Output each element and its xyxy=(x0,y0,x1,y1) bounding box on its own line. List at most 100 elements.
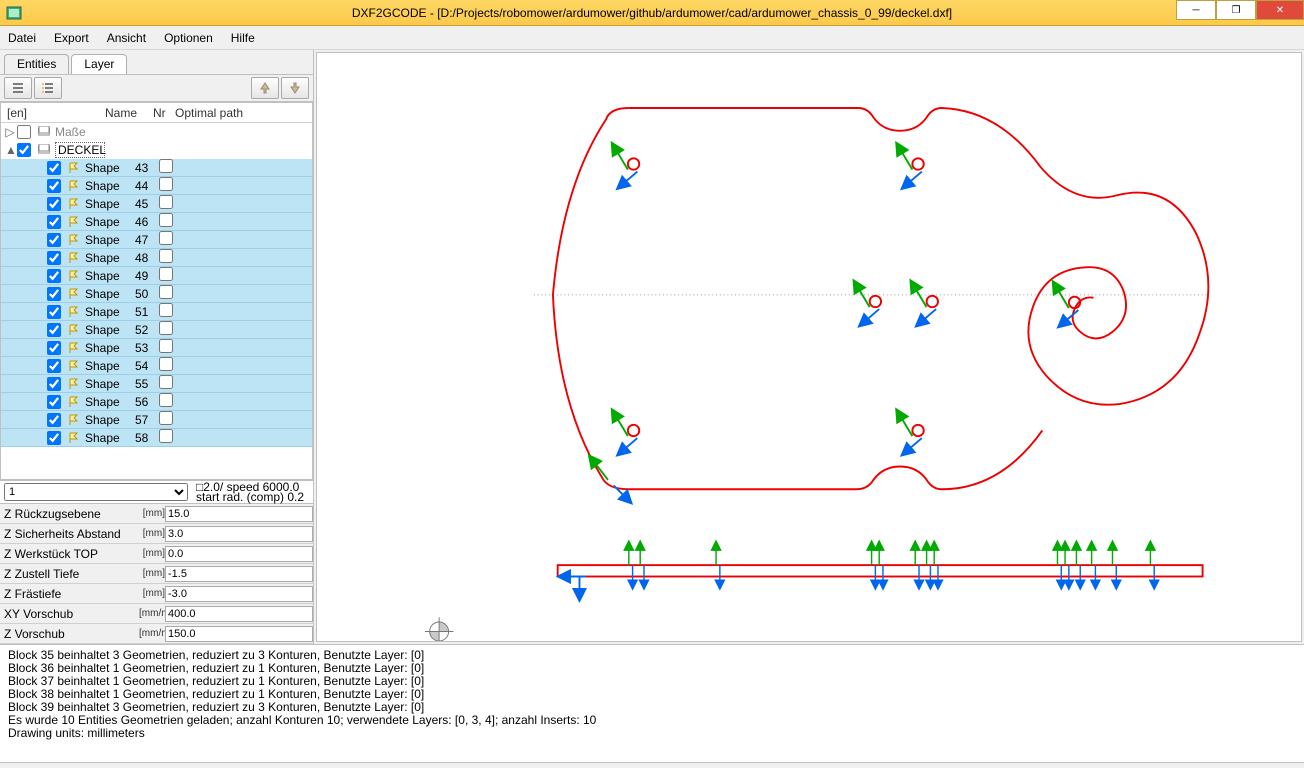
shape-row[interactable]: Shape 49 xyxy=(1,267,312,285)
move-up-button[interactable] xyxy=(251,77,279,99)
shape-nr: 43 xyxy=(135,161,157,175)
shape-checkbox[interactable] xyxy=(47,215,61,229)
layer-checkbox[interactable] xyxy=(17,125,31,139)
collapse-all-button[interactable] xyxy=(4,77,32,99)
log-panel[interactable]: Block 35 beinhaltet 3 Geometrien, reduzi… xyxy=(0,644,1304,762)
drawing-canvas[interactable] xyxy=(316,52,1302,642)
shape-checkbox[interactable] xyxy=(47,287,61,301)
tab-layer[interactable]: Layer xyxy=(71,54,127,74)
shape-flag-icon xyxy=(67,323,81,337)
shape-checkbox[interactable] xyxy=(47,413,61,427)
tool-select[interactable]: 1 xyxy=(4,483,188,501)
tab-entities[interactable]: Entities xyxy=(4,54,69,74)
shape-nr: 47 xyxy=(135,233,157,247)
optimal-checkbox[interactable] xyxy=(159,213,173,227)
shape-name: Shape xyxy=(85,431,135,445)
shape-checkbox[interactable] xyxy=(47,269,61,283)
shape-row[interactable]: Shape 53 xyxy=(1,339,312,357)
shape-checkbox[interactable] xyxy=(47,197,61,211)
minimize-button[interactable]: ─ xyxy=(1176,0,1216,20)
shape-flag-icon xyxy=(67,233,81,247)
hole-circle xyxy=(628,158,639,169)
close-button[interactable]: ✕ xyxy=(1256,0,1304,20)
status-bar xyxy=(0,762,1304,768)
shape-name: Shape xyxy=(85,395,135,409)
shape-checkbox[interactable] xyxy=(47,377,61,391)
menu-optionen[interactable]: Optionen xyxy=(164,31,213,45)
origin-cross-icon xyxy=(425,617,453,641)
shape-checkbox[interactable] xyxy=(47,395,61,409)
window-title: DXF2GCODE - [D:/Projects/robomower/ardum… xyxy=(352,6,952,20)
optimal-checkbox[interactable] xyxy=(159,429,173,443)
param-input[interactable] xyxy=(165,566,313,582)
milling-params: Z Rückzugsebene [mm] Z Sicherheits Absta… xyxy=(0,504,313,644)
shape-nr: 49 xyxy=(135,269,157,283)
optimal-checkbox[interactable] xyxy=(159,249,173,263)
shape-checkbox[interactable] xyxy=(47,359,61,373)
direction-arrow-blue xyxy=(624,438,637,449)
tree-body[interactable]: ▷ Maße ▲ DECKEL xyxy=(1,123,312,479)
shape-checkbox[interactable] xyxy=(47,179,61,193)
direction-arrow-blue xyxy=(909,172,922,183)
shape-row[interactable]: Shape 56 xyxy=(1,393,312,411)
param-input[interactable] xyxy=(165,506,313,522)
optimal-checkbox[interactable] xyxy=(159,357,173,371)
shape-checkbox[interactable] xyxy=(47,251,61,265)
optimal-checkbox[interactable] xyxy=(159,339,173,353)
optimal-checkbox[interactable] xyxy=(159,285,173,299)
optimal-checkbox[interactable] xyxy=(159,159,173,173)
optimal-checkbox[interactable] xyxy=(159,231,173,245)
shape-row[interactable]: Shape 54 xyxy=(1,357,312,375)
shape-checkbox[interactable] xyxy=(47,161,61,175)
param-input[interactable] xyxy=(165,546,313,562)
shape-row[interactable]: Shape 44 xyxy=(1,177,312,195)
shape-row[interactable]: Shape 57 xyxy=(1,411,312,429)
optimal-checkbox[interactable] xyxy=(159,393,173,407)
menu-datei[interactable]: Datei xyxy=(8,31,36,45)
layer-name-deckel[interactable]: DECKEL xyxy=(55,142,105,158)
direction-arrow-green xyxy=(616,151,627,170)
toggle-icon[interactable]: ▲ xyxy=(5,143,15,157)
side-panel: Entities Layer [en] Name Nr xyxy=(0,50,314,644)
optimal-checkbox[interactable] xyxy=(159,177,173,191)
shape-flag-icon xyxy=(67,161,81,175)
shape-row[interactable]: Shape 43 xyxy=(1,159,312,177)
shape-row[interactable]: Shape 58 xyxy=(1,429,312,447)
shape-checkbox[interactable] xyxy=(47,341,61,355)
menu-ansicht[interactable]: Ansicht xyxy=(107,31,146,45)
shape-row[interactable]: Shape 47 xyxy=(1,231,312,249)
optimal-checkbox[interactable] xyxy=(159,375,173,389)
shape-row[interactable]: Shape 55 xyxy=(1,375,312,393)
expand-all-button[interactable] xyxy=(34,77,62,99)
shape-flag-icon xyxy=(67,431,81,445)
menu-export[interactable]: Export xyxy=(54,31,89,45)
optimal-checkbox[interactable] xyxy=(159,195,173,209)
shape-checkbox[interactable] xyxy=(47,431,61,445)
param-input[interactable] xyxy=(165,586,313,602)
shape-row[interactable]: Shape 52 xyxy=(1,321,312,339)
optimal-checkbox[interactable] xyxy=(159,303,173,317)
param-label: Z Werkstück TOP xyxy=(0,547,143,561)
shape-row[interactable]: Shape 50 xyxy=(1,285,312,303)
param-input[interactable] xyxy=(165,606,313,622)
maximize-button[interactable]: ❐ xyxy=(1216,0,1256,20)
move-down-button[interactable] xyxy=(281,77,309,99)
shape-row[interactable]: Shape 51 xyxy=(1,303,312,321)
param-input[interactable] xyxy=(165,526,313,542)
optimal-checkbox[interactable] xyxy=(159,321,173,335)
shape-checkbox[interactable] xyxy=(47,233,61,247)
toggle-icon[interactable]: ▷ xyxy=(5,125,15,139)
menu-hilfe[interactable]: Hilfe xyxy=(231,31,255,45)
param-unit: [mm/min] xyxy=(139,608,165,619)
shape-row[interactable]: Shape 48 xyxy=(1,249,312,267)
param-unit: [mm] xyxy=(143,508,165,519)
param-label: Z Vorschub xyxy=(0,627,139,641)
optimal-checkbox[interactable] xyxy=(159,267,173,281)
param-input[interactable] xyxy=(165,626,313,642)
shape-checkbox[interactable] xyxy=(47,323,61,337)
shape-checkbox[interactable] xyxy=(47,305,61,319)
optimal-checkbox[interactable] xyxy=(159,411,173,425)
shape-row[interactable]: Shape 45 xyxy=(1,195,312,213)
layer-checkbox[interactable] xyxy=(17,143,31,157)
shape-row[interactable]: Shape 46 xyxy=(1,213,312,231)
